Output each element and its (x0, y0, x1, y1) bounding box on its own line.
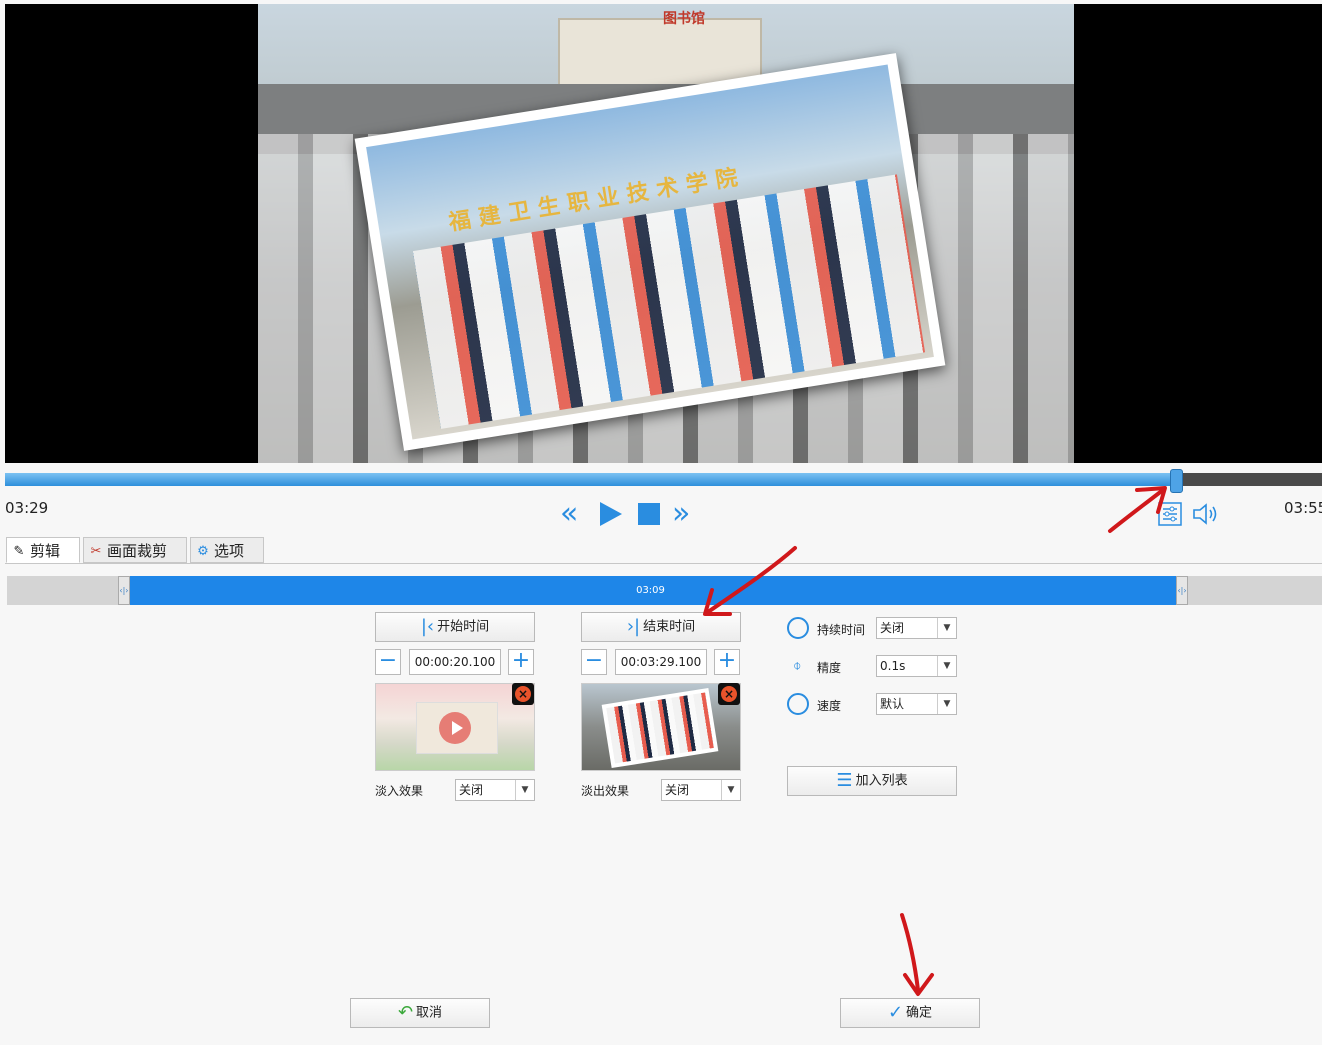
annotation-arrow-seek (1108, 486, 1167, 533)
annotation-arrow-end-time (703, 546, 797, 616)
annotation-overlay (703, 486, 1167, 996)
annotation-arrow-ok (900, 913, 934, 996)
